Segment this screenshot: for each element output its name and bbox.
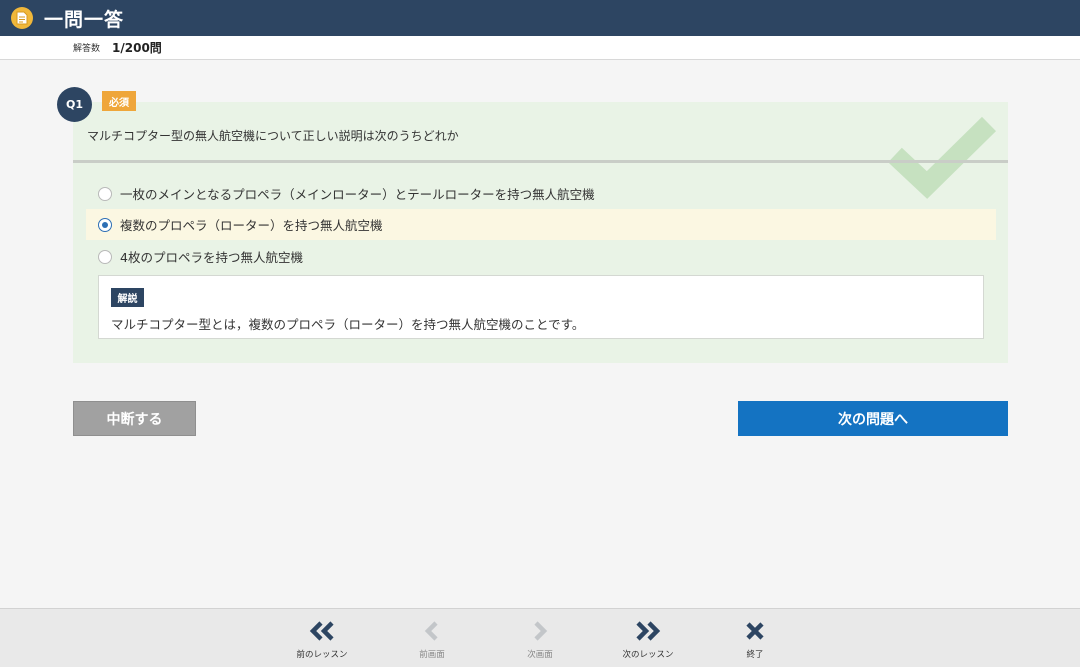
choice-label: 一枚のメインとなるプロペラ（メインローター）とテールローターを持つ無人航空機 <box>120 187 595 202</box>
question-card: マルチコプター型の無人航空機について正しい説明は次のうちどれか 一枚のメインとな… <box>73 102 1008 363</box>
exit-label: 終了 <box>746 650 764 660</box>
next-question-button[interactable]: 次の問題へ <box>738 401 1008 436</box>
answer-count-label: 解答数 <box>73 44 101 54</box>
question-text: マルチコプター型の無人航空機について正しい説明は次のうちどれか <box>87 129 459 143</box>
explanation-panel: 解説 マルチコプター型とは，複数のプロペラ（ローター）を持つ無人航空機のことです… <box>98 275 984 339</box>
choice-option-3[interactable]: 4枚のプロペラを持つ無人航空機 <box>86 241 996 272</box>
answer-count-value: 1/200問 <box>112 41 162 55</box>
prev-lesson-label: 前のレッスン <box>296 650 348 660</box>
choice-label: 4枚のプロペラを持つ無人航空機 <box>120 250 303 265</box>
required-tag: 必須 <box>102 91 136 111</box>
choice-option-2[interactable]: 複数のプロペラ（ローター）を持つ無人航空機 <box>86 209 996 240</box>
radio-button[interactable] <box>98 249 112 264</box>
next-lesson-label: 次のレッスン <box>622 650 674 660</box>
choice-option-1[interactable]: 一枚のメインとなるプロペラ（メインローター）とテールローターを持つ無人航空機 <box>86 178 996 209</box>
prev-lesson-button[interactable]: 前のレッスン <box>277 609 367 667</box>
next-screen-label: 次画面 <box>527 650 553 660</box>
next-lesson-button[interactable]: 次のレッスン <box>603 609 693 667</box>
chevron-left-icon <box>417 618 447 644</box>
close-icon <box>740 618 770 644</box>
exit-button[interactable]: 終了 <box>710 609 800 667</box>
double-chevron-right-icon <box>633 618 663 644</box>
pause-button[interactable]: 中断する <box>73 401 196 436</box>
answer-counter-bar: 解答数 1/200問 <box>0 36 1080 60</box>
bottom-navigation: 前のレッスン 前画面 次画面 次のレッスン 終了 <box>0 608 1080 667</box>
explanation-tag: 解説 <box>111 288 144 307</box>
page-title: 一問一答 <box>44 8 125 31</box>
prev-screen-button[interactable]: 前画面 <box>387 609 477 667</box>
next-screen-button[interactable]: 次画面 <box>495 609 585 667</box>
choice-label: 複数のプロペラ（ローター）を持つ無人航空機 <box>120 218 383 233</box>
question-divider <box>73 160 1008 163</box>
chevron-right-icon <box>525 618 555 644</box>
double-chevron-left-icon <box>307 618 337 644</box>
radio-button-selected[interactable] <box>98 217 112 232</box>
prev-screen-label: 前画面 <box>419 650 445 660</box>
explanation-text: マルチコプター型とは，複数のプロペラ（ローター）を持つ無人航空機のことです。 <box>111 317 585 332</box>
document-icon <box>11 7 33 29</box>
radio-button[interactable] <box>98 186 112 201</box>
question-number-badge: Q1 <box>57 87 92 122</box>
app-header: 一問一答 <box>0 0 1080 36</box>
